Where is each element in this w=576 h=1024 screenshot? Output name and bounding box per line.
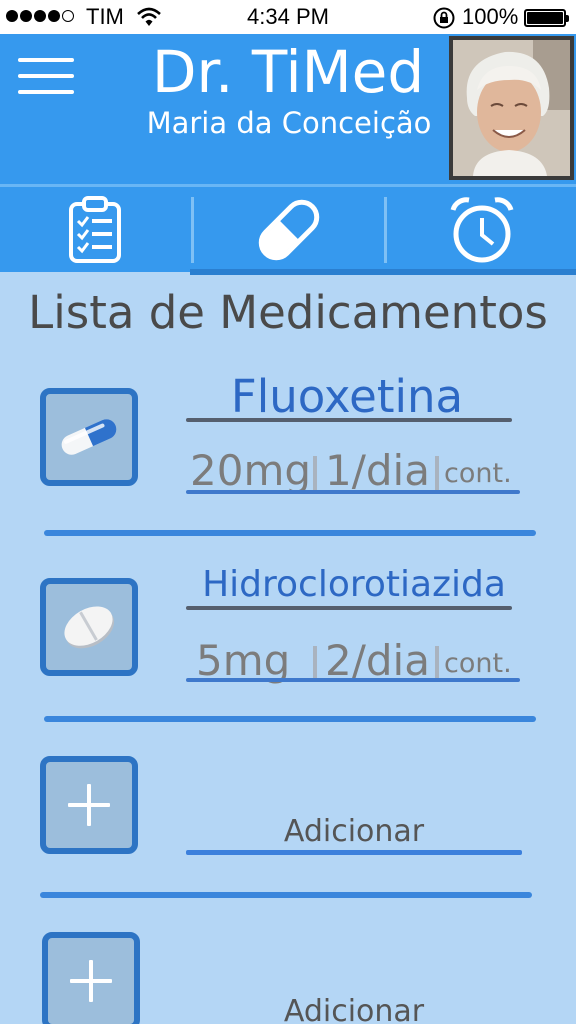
battery-percentage: 100% [462,4,519,29]
app-title: Dr. TiMed [151,38,425,106]
user-name: Maria da Conceição [146,106,432,140]
rotation-lock-icon [433,7,455,29]
item-separator [44,530,536,536]
add-medication-button[interactable] [40,756,138,854]
medication-frequency: 1/dia [325,446,430,495]
field-separator [435,646,439,680]
add-medication-button[interactable] [42,932,140,1024]
plus-icon [68,784,110,826]
medication-icon-button[interactable] [40,578,138,676]
battery-icon [524,9,569,27]
field-separator [435,456,439,490]
field-separator [313,646,317,680]
plus-icon [70,960,112,1002]
add-label: Adicionar [283,814,425,849]
medication-dose: 20mg [190,446,312,495]
tab-medications[interactable] [194,187,384,272]
tablet-icon [64,606,115,649]
hamburger-menu-icon[interactable] [18,58,74,98]
field-separator [313,456,317,490]
status-bar: TIM 4:34 PM 100% [0,0,576,34]
name-underline [186,606,512,610]
detail-underline [186,678,520,682]
medication-name: Hidroclorotiazida [202,564,506,605]
tab-bar [0,184,576,275]
medication-icon-button[interactable] [40,388,138,486]
tab-selection-indicator [190,269,576,275]
user-photo-avatar[interactable] [449,36,574,180]
alarm-clock-icon [450,196,513,262]
item-separator [40,892,532,898]
medication-duration: cont. [444,648,512,679]
detail-underline [186,490,520,494]
item-separator [44,716,536,722]
clipboard-checklist-icon [69,195,121,263]
capsule-icon [61,419,117,455]
name-underline [186,418,512,422]
app-header: Dr. TiMed Maria da Conceição [0,34,576,184]
pill-capsule-icon [258,199,320,260]
add-underline [186,850,522,855]
tab-alarms[interactable] [387,187,576,272]
medication-duration: cont. [444,458,512,489]
tab-medication-list[interactable] [0,187,190,272]
page-title: Lista de Medicamentos [28,286,548,339]
medication-name: Fluoxetina [230,370,464,423]
add-label: Adicionar [283,994,425,1024]
